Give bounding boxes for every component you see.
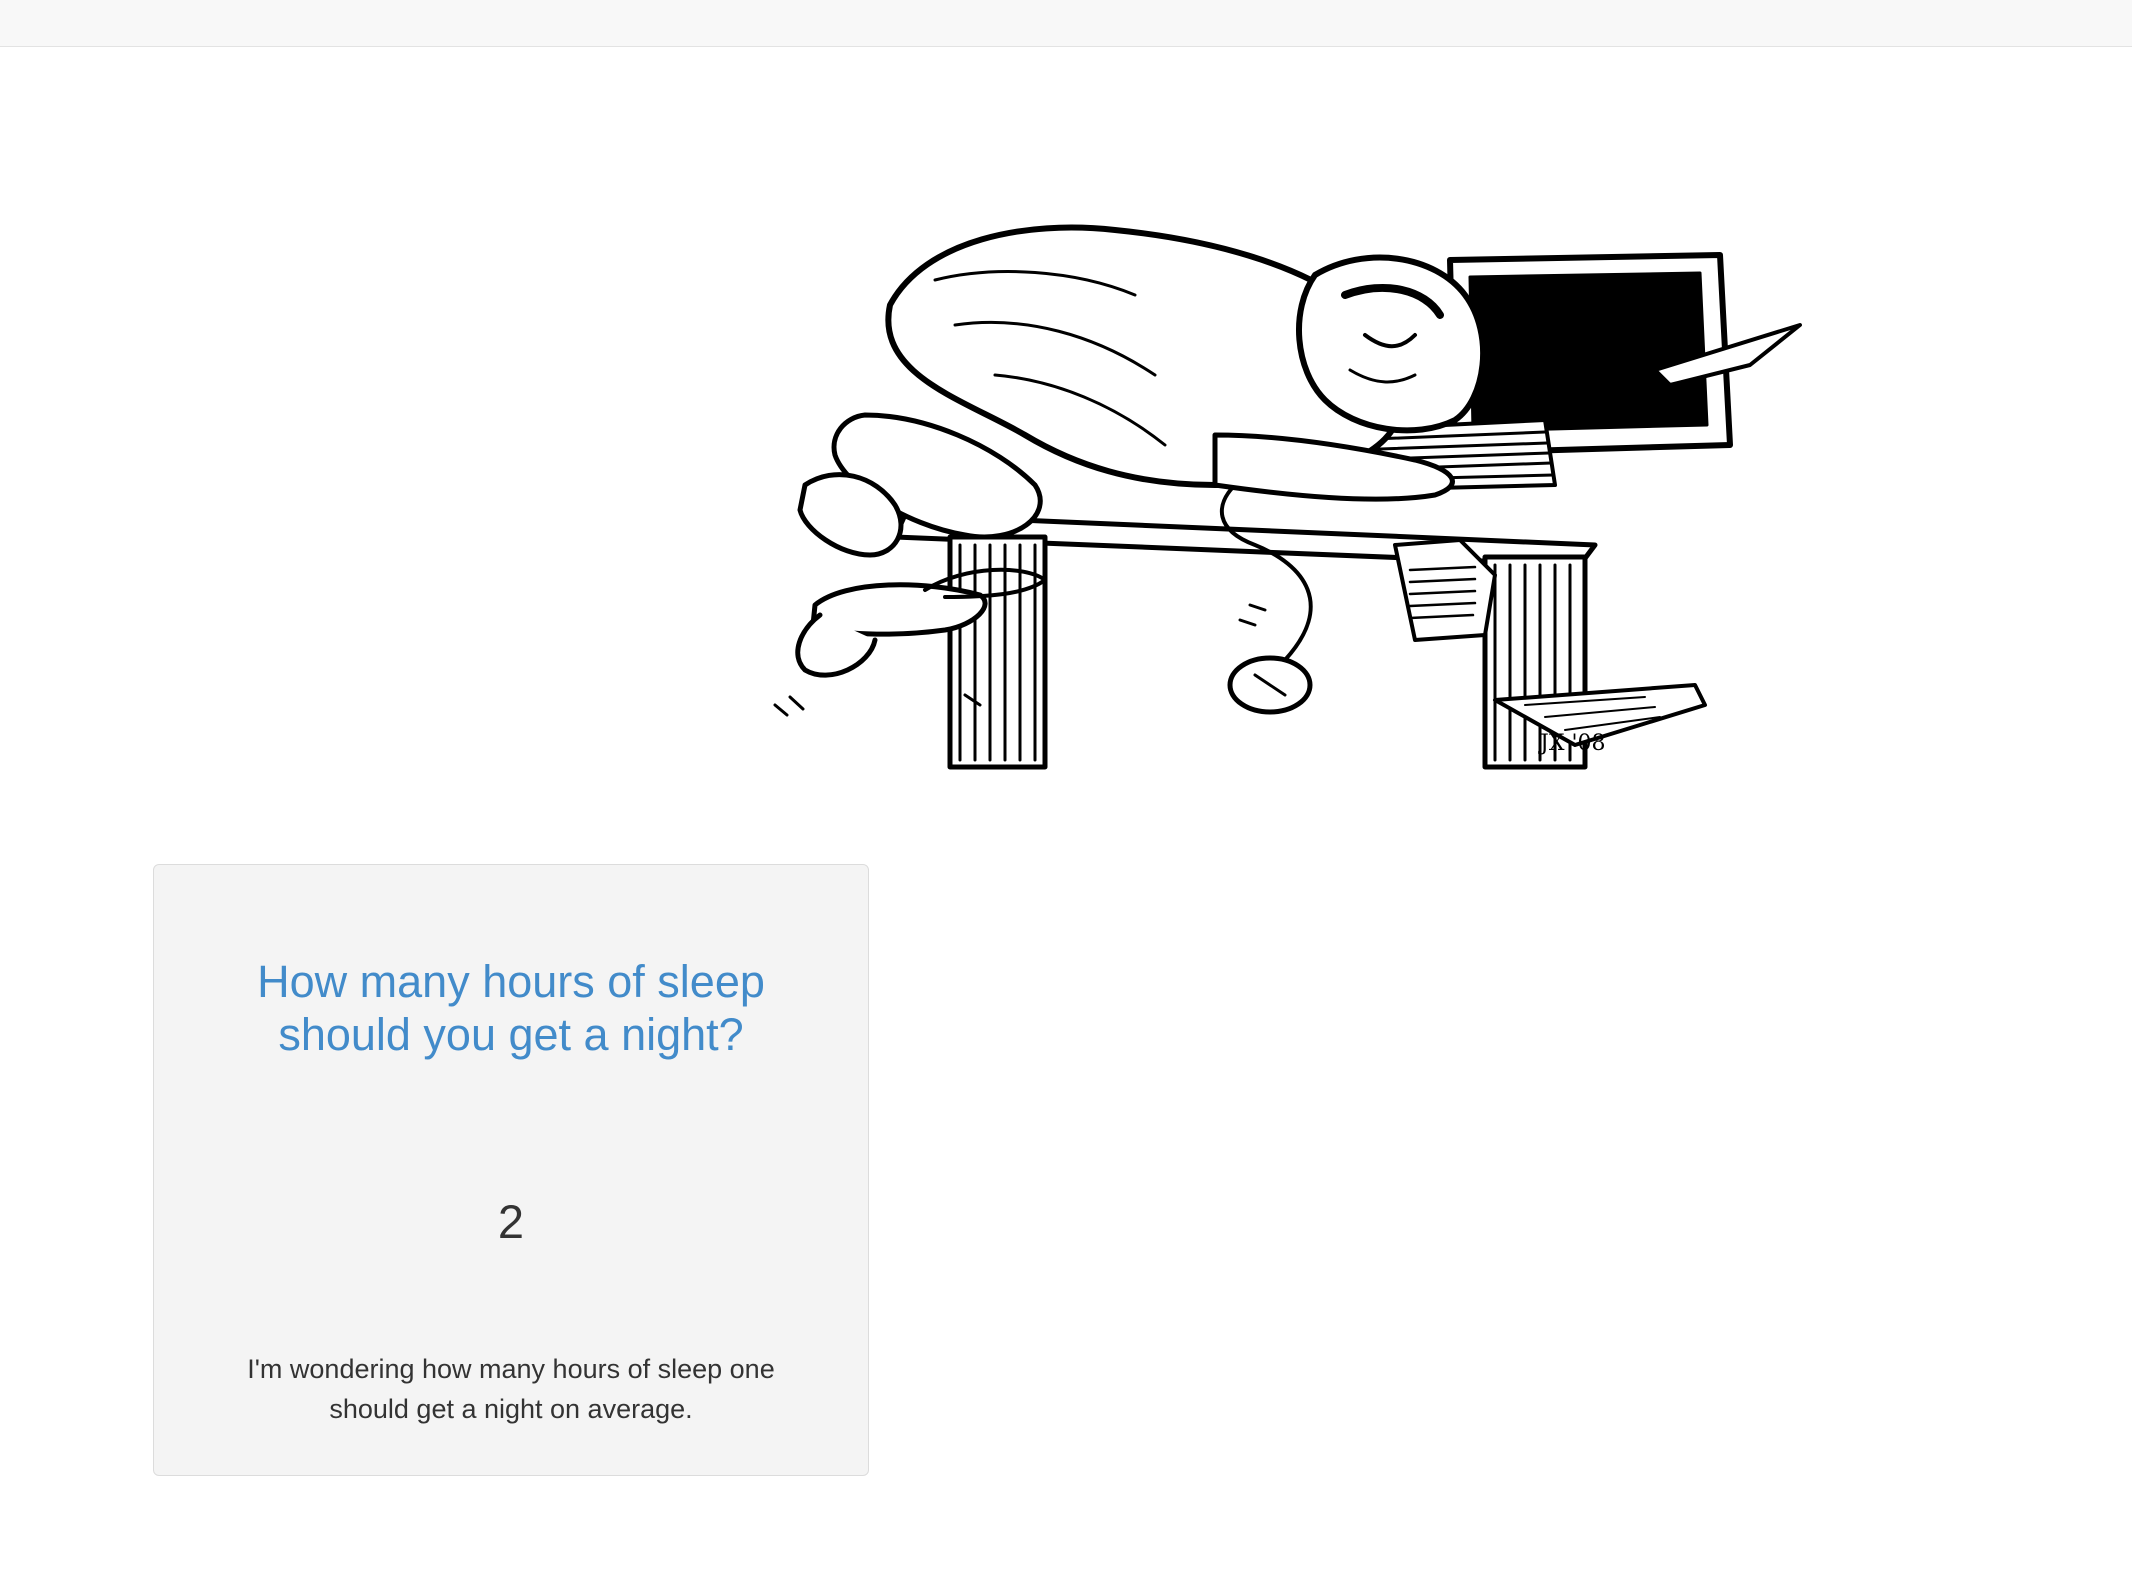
top-navbar bbox=[0, 0, 2132, 47]
hero-illustration: JX '08 bbox=[695, 185, 1885, 785]
question-title-link[interactable]: How many hours of sleep should you get a… bbox=[194, 955, 828, 1061]
svg-text:JX '08: JX '08 bbox=[1538, 731, 1606, 756]
question-card: How many hours of sleep should you get a… bbox=[153, 864, 869, 1476]
question-description: I'm wondering how many hours of sleep on… bbox=[247, 1354, 775, 1424]
answer-count: 2 bbox=[497, 1195, 525, 1248]
